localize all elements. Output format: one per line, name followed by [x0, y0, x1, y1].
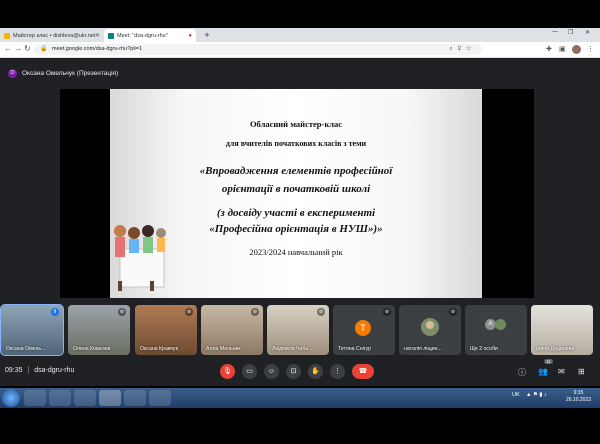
participant-tile[interactable]: ⊘ Людмила Чаба... — [267, 305, 329, 355]
tab-master-class[interactable]: Майстер клас • dishleva@ukr.net ✕ — [0, 29, 104, 42]
language-indicator[interactable]: UK — [512, 392, 520, 398]
ie-icon[interactable] — [24, 390, 46, 406]
tab-meet[interactable]: Meet: "dsa-dgru-rhu" ● — [104, 29, 196, 42]
presenter-avatar: О — [8, 68, 17, 78]
meeting-time: 09:35 — [5, 367, 23, 374]
leave-call-button[interactable]: ☎ — [352, 364, 374, 379]
participant-tile[interactable]: ⊘ Олена Ковалев — [68, 305, 130, 355]
address-bar-icons[interactable]: ⌕⇪☆ — [449, 44, 476, 55]
clock-date: 26.10.2023 — [566, 397, 592, 403]
meeting-code: dsa-dgru-rhu — [34, 367, 75, 374]
participant-name: Ще 2 особи — [470, 346, 498, 352]
participant-name: Оксана Омель... — [6, 346, 46, 352]
raise-hand-button[interactable]: ✋ — [308, 364, 323, 379]
reload-icon[interactable]: ↻ — [24, 44, 31, 53]
muted-mic-icon: ⊘ — [185, 308, 193, 316]
meeting-details-icon[interactable]: ⓘ — [518, 367, 526, 378]
tab-label: Майстер клас • dishleva@ukr.net — [13, 32, 96, 39]
participant-photo-avatar — [421, 318, 439, 336]
presenter-bar: О Оксана Омельчук (Презентація) — [8, 68, 118, 78]
close-tab-icon[interactable]: ✕ — [95, 32, 100, 39]
tray-icons[interactable]: ▲ ⚑ ▮ ♪ — [526, 392, 547, 398]
url-text: meet.google.com/dsa-dgru-rhu?pli=1 — [52, 46, 143, 52]
participant-name: наталія ліщин... — [404, 346, 442, 352]
participant-name: Оксана Кравчук — [140, 346, 178, 352]
slide-line: (з досвіду участі в експерименті — [216, 207, 376, 219]
muted-mic-icon: ⊘ — [383, 308, 391, 316]
slide-line: для вчителів початкових класів з теми — [225, 139, 367, 148]
children-with-board-image — [114, 225, 166, 291]
participant-tile[interactable]: ⊘ наталія ліщин... — [399, 305, 461, 355]
start-button[interactable] — [2, 389, 20, 407]
speaking-indicator-icon: ⦀ — [51, 308, 59, 316]
word-icon[interactable] — [124, 390, 146, 406]
address-bar[interactable]: 🔒 meet.google.com/dsa-dgru-rhu?pli=1 ⌕⇪☆ — [34, 44, 482, 55]
participant-tile[interactable]: А Ще 2 особи — [465, 305, 527, 355]
presentation-slide: Обласний майстер-клас для вчителів почат… — [110, 89, 482, 298]
forward-icon[interactable]: → — [14, 44, 22, 53]
more-options-button[interactable]: ⋮ — [330, 364, 345, 379]
minimize-icon[interactable]: — — [552, 29, 558, 35]
slide-line: Обласний майстер-клас — [249, 119, 343, 129]
sidebar-icon[interactable]: ▣ — [559, 45, 566, 53]
tab-label: Meet: "dsa-dgru-rhu" — [117, 32, 168, 39]
slide-line: орієнтації в початковій школі — [221, 183, 371, 195]
taskbar-clock[interactable]: 9:35 26.10.2023 — [566, 390, 591, 404]
explorer-icon[interactable] — [49, 390, 71, 406]
participant-photo-avatar — [495, 319, 506, 330]
participant-avatar: Т — [355, 320, 371, 336]
activities-icon[interactable]: ⊞ — [578, 367, 585, 376]
chrome-icon[interactable] — [99, 390, 121, 406]
reactions-button[interactable]: ☺ — [264, 364, 279, 379]
participant-tile[interactable]: ⊘ Алла Мельник — [201, 305, 263, 355]
people-count-badge: 11 — [544, 359, 553, 364]
chat-icon[interactable]: ✉ — [558, 367, 565, 376]
camera-button[interactable]: ▭ — [242, 364, 257, 379]
screen: Майстер клас • dishleva@ukr.net ✕ Meet: … — [0, 0, 600, 444]
participant-tile[interactable]: ⊘ Оксана Кравчук — [135, 305, 197, 355]
people-icon[interactable]: 👥 — [538, 367, 548, 376]
muted-mic-icon: ⊘ — [118, 308, 126, 316]
slide-line: «Впровадження елементів професійної — [199, 165, 393, 177]
muted-mic-icon: ⊘ — [317, 308, 325, 316]
participant-name: Людмила Чаба... — [272, 346, 313, 352]
menu-icon[interactable]: ⋮ — [587, 45, 594, 53]
participant-name: Ірина Дидалева — [536, 346, 575, 352]
app-icon[interactable] — [149, 390, 171, 406]
meet-favicon-icon — [108, 32, 114, 39]
extensions-icon[interactable]: ✚ — [546, 45, 552, 53]
maximize-icon[interactable]: ❐ — [568, 29, 573, 36]
participant-name: Олена Ковалев — [73, 346, 111, 352]
muted-mic-icon: ⊘ — [251, 308, 259, 316]
back-icon[interactable]: ← — [4, 44, 12, 53]
microphone-off-button[interactable]: 🎙 — [220, 364, 235, 379]
participant-tile[interactable]: ⦀ Оксана Омель... — [0, 304, 64, 356]
presenter-label: Оксана Омельчук (Презентація) — [22, 69, 119, 77]
close-tab-icon[interactable]: ● — [188, 33, 192, 39]
present-screen-button[interactable]: ⊡ — [286, 364, 301, 379]
classroom-favicon-icon — [4, 32, 10, 39]
close-window-icon[interactable]: ✕ — [585, 29, 590, 36]
participant-tile[interactable]: Ірина Дидалева — [531, 305, 593, 355]
participant-name: Тетяна Снігур — [338, 346, 372, 352]
new-tab-icon[interactable]: + — [202, 30, 212, 40]
media-player-icon[interactable] — [74, 390, 96, 406]
profile-avatar[interactable] — [572, 45, 581, 54]
lock-icon: 🔒 — [40, 46, 48, 52]
clock-time: 9:35 — [573, 390, 584, 396]
meeting-time-and-code: 09:35 | dsa-dgru-rhu — [5, 367, 75, 374]
muted-mic-icon: ⊘ — [449, 308, 457, 316]
participant-name: Алла Мельник — [206, 346, 241, 352]
